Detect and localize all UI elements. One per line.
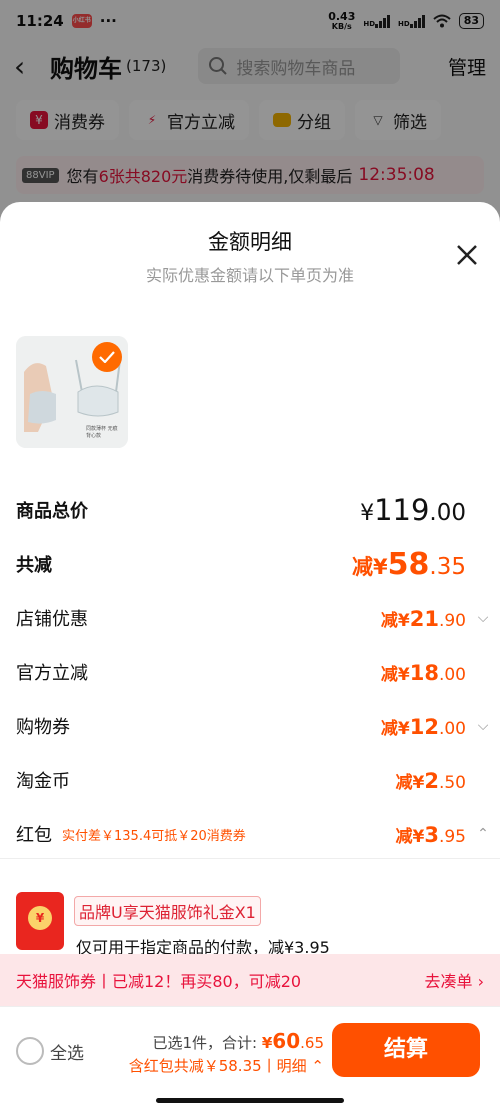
total-amount: ¥60.65	[261, 1029, 324, 1053]
discount-detail-link[interactable]: 含红包共减￥58.35丨明细 ⌃	[129, 1055, 324, 1076]
select-all-label[interactable]: 全选	[50, 1039, 84, 1064]
total-summary: 已选1件，合计: ¥60.65	[152, 1029, 324, 1053]
row-official-discount: 官方立减 减¥ 18.00	[16, 652, 500, 692]
checkout-button[interactable]: 结算	[332, 1023, 480, 1077]
home-indicator[interactable]	[156, 1098, 344, 1103]
row-label: 淘金币	[16, 771, 70, 792]
total-discount-value: 减¥ 58.35	[352, 546, 466, 582]
red-packet-value: 减¥ 3.95	[395, 822, 466, 847]
row-label: 官方立减	[16, 663, 88, 684]
row-taojinbi: 淘金币 减¥ 2.50	[16, 760, 500, 800]
selected-count-text: 已选1件，合计:	[152, 1034, 258, 1052]
row-label: 红包	[16, 825, 52, 846]
close-icon[interactable]	[452, 240, 482, 270]
sheet-subtitle: 实际优惠金额请以下单页为准	[145, 266, 354, 285]
row-shopping-coupon[interactable]: 购物券 减¥ 12.00 ⌵	[16, 706, 500, 746]
row-store-discount[interactable]: 店铺优惠 减¥ 21.90 ⌵	[16, 598, 500, 638]
row-label: 商品总价	[16, 501, 88, 522]
cross-store-promo-text: 天猫服饰券丨已减12！再买80，可减20	[16, 972, 302, 991]
select-all-radio[interactable]	[16, 1037, 44, 1065]
row-label: 购物券	[16, 717, 70, 738]
selected-check-icon[interactable]	[92, 342, 122, 372]
store-discount-value: 减¥ 21.90	[380, 606, 466, 631]
product-thumb-caption: 同款薄杯 无痕背心款	[86, 426, 118, 439]
row-total-price: 商品总价 ¥119.00	[16, 490, 500, 530]
chevron-down-icon[interactable]: ⌵	[466, 718, 500, 734]
amount-detail-sheet: 金额明细 实际优惠金额请以下单页为准 同款薄杯 无痕背心款 商品总价 ¥119.…	[0, 202, 500, 1111]
chevron-up-icon[interactable]: ⌃	[466, 826, 500, 842]
shopping-coupon-value: 减¥ 12.00	[380, 714, 466, 739]
cross-store-promo-bar[interactable]: 天猫服饰券丨已减12！再买80，可减20 去凑单 ›	[0, 954, 500, 1006]
row-red-packet[interactable]: 红包 实付差￥135.4可抵￥20消费券 减¥ 3.95 ⌃	[16, 814, 500, 854]
red-packet-detail: ¥ 品牌U享天猫服饰礼金X1 仅可用于指定商品的付款，减¥3.95	[0, 858, 500, 957]
row-total-discount: 共减 减¥ 58.35	[16, 544, 500, 584]
product-thumbnail[interactable]: 同款薄杯 无痕背心款	[16, 336, 128, 448]
divider	[0, 858, 500, 859]
gift-tag: 品牌U享天猫服饰礼金X1	[74, 896, 261, 926]
add-more-link[interactable]: 去凑单 ›	[425, 968, 485, 992]
official-discount-value: 减¥ 18.00	[380, 660, 466, 685]
row-label: 店铺优惠	[16, 609, 88, 630]
checkout-footer: 全选 已选1件，合计: ¥60.65 含红包共减￥58.35丨明细 ⌃ 结算	[0, 1006, 500, 1111]
chevron-down-icon[interactable]: ⌵	[466, 610, 500, 626]
row-label: 共减	[16, 555, 52, 576]
red-envelope-icon: ¥	[16, 892, 64, 950]
red-packet-note: 实付差￥135.4可抵￥20消费券	[62, 828, 246, 844]
taojinbi-value: 减¥ 2.50	[395, 768, 466, 793]
sheet-title: 金额明细	[208, 230, 292, 254]
total-price-value: ¥119.00	[360, 493, 466, 527]
